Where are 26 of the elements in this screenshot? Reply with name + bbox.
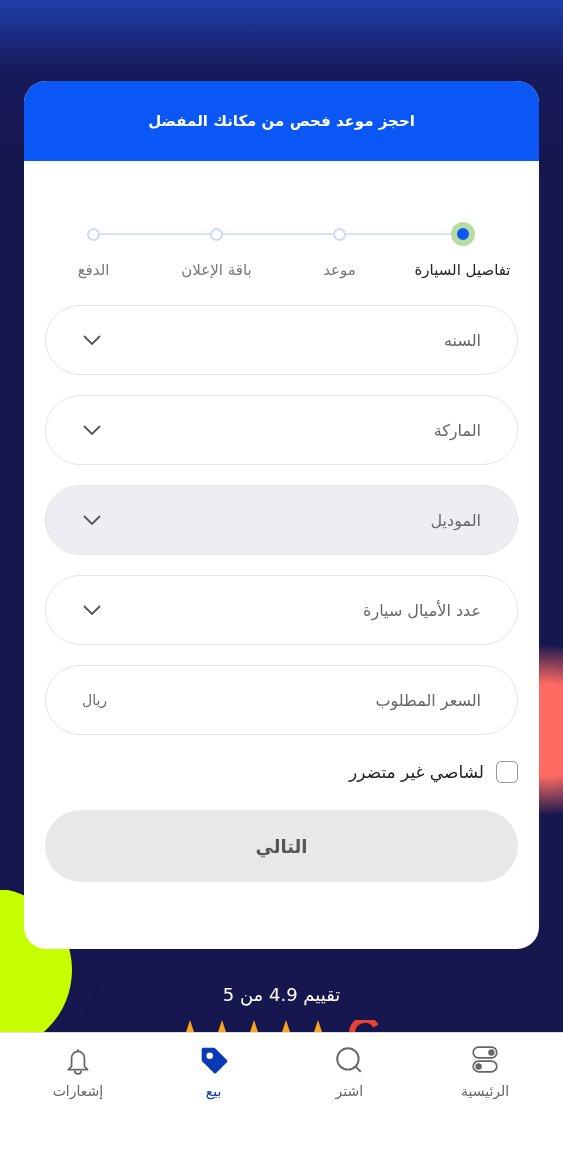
nav-tab[interactable]: إشعارات (22, 1045, 133, 1105)
rating-text: تقييم 4.9 من 5 (222, 984, 341, 1005)
input-field[interactable]: السعر المطلوب ريال (45, 665, 518, 735)
step-dot[interactable] (333, 227, 346, 241)
dropdown-field[interactable]: الماركة (45, 395, 518, 465)
nav-tab[interactable]: بيع (158, 1045, 269, 1105)
chevron-down-icon (82, 424, 102, 436)
nav-tab[interactable]: الرئيسية (430, 1045, 541, 1105)
nav-tab[interactable]: اشتر (294, 1045, 405, 1105)
card-title: احجز موعد فحص من مكانك المفضل (148, 112, 415, 130)
checkbox[interactable] (496, 761, 518, 783)
chevron-down-icon (82, 334, 102, 346)
toggles-icon (470, 1045, 501, 1075)
dropdown-field[interactable]: عدد الأميال سيارة (45, 575, 518, 645)
step-dot[interactable] (450, 222, 475, 246)
step-label[interactable]: موعد (323, 261, 356, 279)
dropdown-field[interactable]: السنه (45, 305, 518, 375)
chevron-down-icon (82, 604, 102, 616)
step-label[interactable]: تفاصيل السيارة (414, 261, 511, 279)
step-label[interactable]: الدفع (77, 261, 110, 279)
step-dot[interactable] (87, 227, 100, 241)
currency-label: ريال (82, 692, 108, 708)
chevron-down-icon (82, 514, 102, 526)
step-dot[interactable] (210, 227, 223, 241)
step-label[interactable]: باقة الإعلان (181, 261, 252, 279)
checkbox-label: لشاصي غير متضرر (349, 762, 484, 782)
